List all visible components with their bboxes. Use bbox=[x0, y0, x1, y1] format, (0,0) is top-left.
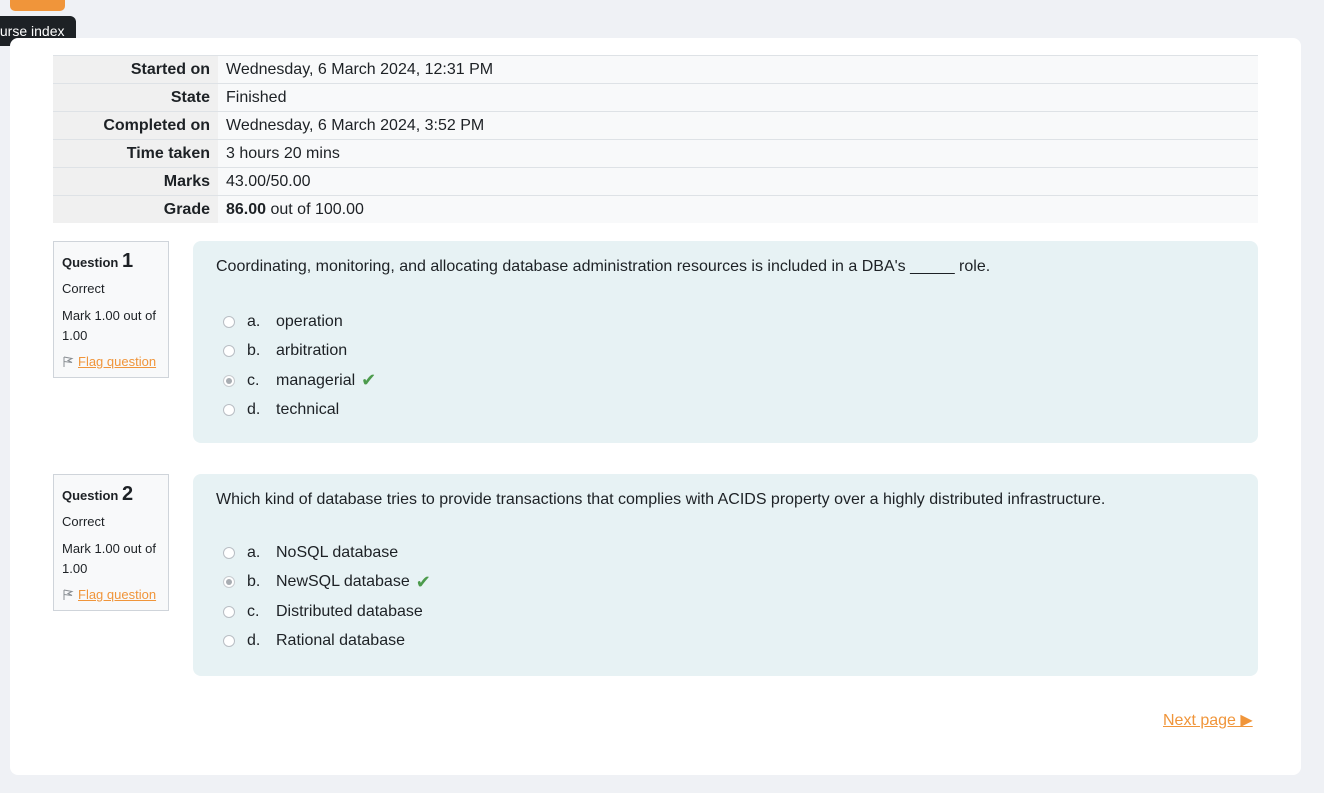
flag-question-label[interactable]: Flag question bbox=[78, 354, 156, 369]
summary-label: State bbox=[53, 83, 218, 112]
answer-option[interactable]: b. arbitration bbox=[223, 337, 376, 367]
question-2-info: Question 2 Correct Mark 1.00 out of 1.00… bbox=[53, 474, 169, 611]
answer-option[interactable]: d. technical bbox=[223, 396, 376, 426]
question-1-info: Question 1 Correct Mark 1.00 out of 1.00… bbox=[53, 241, 169, 378]
answer-option[interactable]: d. Rational database bbox=[223, 627, 431, 657]
summary-label: Time taken bbox=[53, 139, 218, 168]
summary-row: Completed on Wednesday, 6 March 2024, 3:… bbox=[53, 111, 1258, 140]
radio-button[interactable] bbox=[223, 404, 235, 417]
question-state: Correct bbox=[62, 514, 105, 529]
question-text: Which kind of database tries to provide … bbox=[216, 491, 1106, 508]
answer-option[interactable]: c. managerial ✔ bbox=[223, 366, 376, 396]
answer-option[interactable]: c. Distributed database bbox=[223, 597, 431, 627]
question-number: Question 1 bbox=[62, 250, 134, 272]
summary-value: 3 hours 20 mins bbox=[218, 139, 1258, 168]
quiz-summary-table: Started on Wednesday, 6 March 2024, 12:3… bbox=[53, 55, 1258, 223]
summary-row: Marks 43.00/50.00 bbox=[53, 167, 1258, 196]
summary-value: 86.00 out of 100.00 bbox=[218, 195, 1258, 223]
answer-option[interactable]: a. operation bbox=[223, 307, 376, 337]
flag-icon bbox=[63, 589, 74, 600]
flag-question-label[interactable]: Flag question bbox=[78, 587, 156, 602]
question-state: Correct bbox=[62, 281, 105, 296]
radio-button[interactable] bbox=[223, 315, 235, 328]
flag-question-link[interactable]: Flag question bbox=[62, 587, 160, 602]
summary-label: Started on bbox=[53, 55, 218, 84]
answer-list: a. operation b. arbitration c. managerial ✔ … bbox=[223, 307, 376, 425]
summary-row: Started on Wednesday, 6 March 2024, 12:3… bbox=[53, 55, 1258, 84]
summary-row: Grade 86.00 out of 100.00 bbox=[53, 195, 1258, 223]
flag-question-link[interactable]: Flag question bbox=[62, 354, 160, 369]
main-card: Started on Wednesday, 6 March 2024, 12:3… bbox=[10, 38, 1301, 775]
summary-label: Completed on bbox=[53, 111, 218, 140]
flag-icon bbox=[63, 356, 74, 367]
radio-button[interactable] bbox=[223, 345, 235, 358]
question-2-content: Which kind of database tries to provide … bbox=[193, 474, 1258, 676]
radio-button[interactable] bbox=[223, 635, 235, 648]
summary-row: State Finished bbox=[53, 83, 1258, 112]
answer-option[interactable]: b. NewSQL database ✔ bbox=[223, 568, 431, 598]
radio-button[interactable] bbox=[223, 605, 235, 618]
radio-button-selected[interactable] bbox=[223, 576, 235, 589]
summary-label: Grade bbox=[53, 195, 218, 223]
course-index-button[interactable] bbox=[10, 0, 65, 11]
question-1-content: Coordinating, monitoring, and allocating… bbox=[193, 241, 1258, 443]
next-page-link[interactable]: Next page ▶ bbox=[1163, 710, 1253, 730]
question-grade: Mark 1.00 out of 1.00 bbox=[62, 541, 156, 576]
summary-value: Wednesday, 6 March 2024, 12:31 PM bbox=[218, 55, 1258, 84]
answer-list: a. NoSQL database b. NewSQL database ✔ c. Di… bbox=[223, 538, 431, 656]
summary-label: Marks bbox=[53, 167, 218, 196]
summary-value: Finished bbox=[218, 83, 1258, 112]
question-number: Question 2 bbox=[62, 483, 134, 505]
summary-value: 43.00/50.00 bbox=[218, 167, 1258, 196]
grade-score: 86.00 bbox=[226, 200, 267, 218]
radio-button[interactable] bbox=[223, 546, 235, 559]
radio-button-selected[interactable] bbox=[223, 374, 235, 387]
question-text: Coordinating, monitoring, and allocating… bbox=[216, 258, 991, 275]
question-grade: Mark 1.00 out of 1.00 bbox=[62, 308, 156, 343]
grade-total: out of 100.00 bbox=[266, 200, 364, 218]
correct-check-icon: ✔ bbox=[361, 370, 377, 391]
summary-value: Wednesday, 6 March 2024, 3:52 PM bbox=[218, 111, 1258, 140]
summary-row: Time taken 3 hours 20 mins bbox=[53, 139, 1258, 168]
correct-check-icon: ✔ bbox=[415, 571, 431, 592]
answer-option[interactable]: a. NoSQL database bbox=[223, 538, 431, 568]
